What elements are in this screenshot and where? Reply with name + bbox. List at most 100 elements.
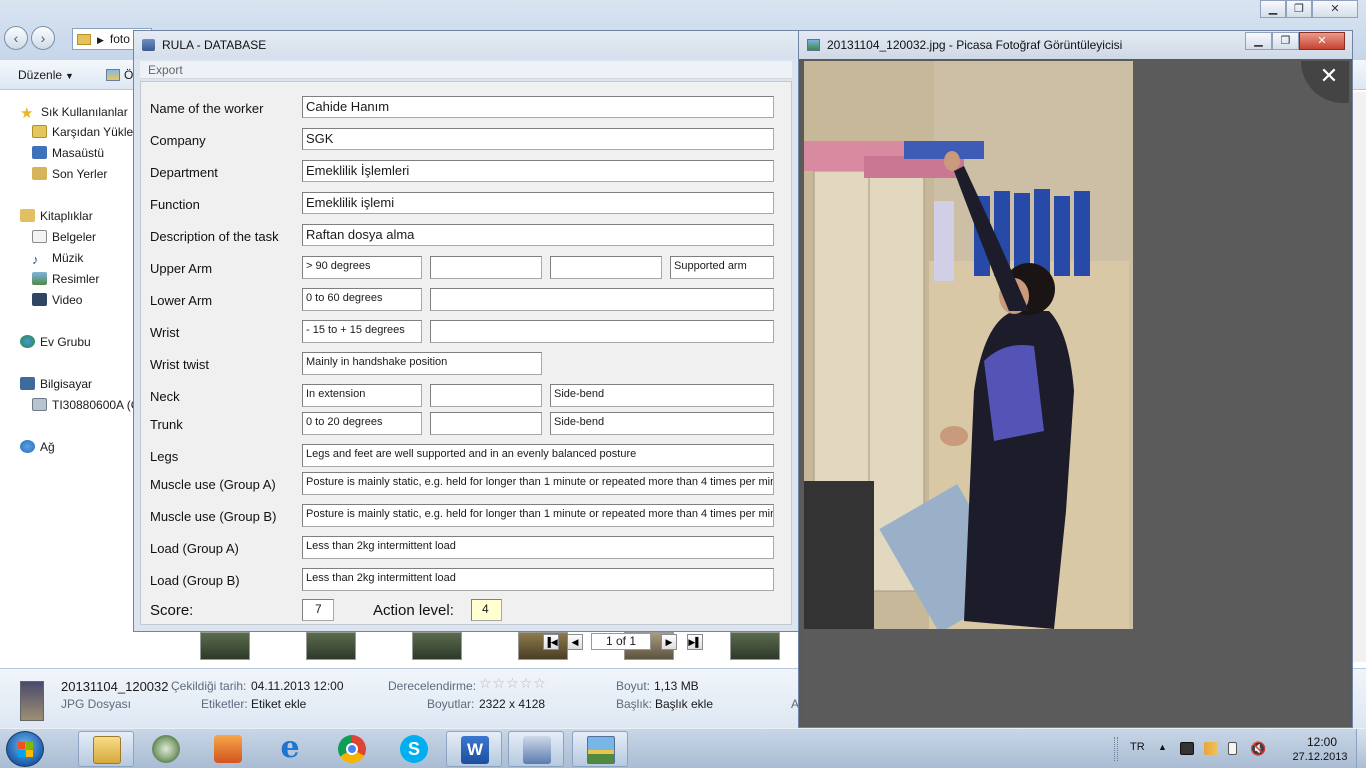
clock-date[interactable]: 27.12.2013 [1288, 751, 1352, 763]
photo[interactable] [804, 61, 1133, 629]
field-upper-arm-2[interactable] [430, 256, 542, 279]
field-legs[interactable]: Legs and feet are well supported and in … [302, 444, 774, 467]
rating-stars[interactable]: ☆☆☆☆☆ [479, 675, 547, 692]
field-name[interactable]: Cahide Hanım [302, 96, 774, 118]
details-filetype: JPG Dosyası [61, 697, 132, 711]
taskbar-media-player[interactable] [200, 731, 256, 767]
file-thumbnail[interactable] [412, 632, 462, 660]
details-title-value[interactable]: Başlık ekle [655, 697, 713, 711]
field-lower-arm-2[interactable] [430, 288, 774, 311]
rula-app-icon [523, 736, 551, 764]
sidebar-item-libraries[interactable]: Kitaplıklar [20, 209, 93, 223]
viewer-close-button[interactable]: ✕ [1301, 61, 1349, 103]
label-department: Department [150, 165, 218, 180]
field-wrist-2[interactable] [430, 320, 774, 343]
taskbar-internet-explorer[interactable]: e [262, 731, 318, 767]
view-icon[interactable] [106, 69, 120, 81]
field-wrist-1[interactable]: - 15 to + 15 degrees [302, 320, 422, 343]
sidebar-item-drive[interactable]: TI30880600A (C [32, 398, 139, 412]
picasa-window: 20131104_120032.jpg - Picasa Fotoğraf Gö… [798, 30, 1353, 728]
photo-viewer-icon [587, 736, 615, 764]
start-button[interactable] [6, 731, 44, 767]
taskbar-media-center[interactable] [138, 731, 194, 767]
sidebar-item-favorites[interactable]: ★ Sık Kullanılanlar [20, 104, 128, 122]
windows-logo-icon [18, 742, 33, 757]
display-icon[interactable] [1180, 742, 1194, 755]
media-center-icon [152, 735, 180, 763]
field-lower-arm-1[interactable]: 0 to 60 degrees [302, 288, 422, 311]
sidebar-item-network[interactable]: Ağ [20, 440, 55, 454]
skype-icon: S [400, 735, 428, 763]
field-action-level[interactable]: 4 [471, 599, 502, 621]
clock-time[interactable]: 12:00 [1300, 735, 1344, 749]
previous-record-button[interactable]: ◀ [567, 634, 583, 650]
details-tags-value[interactable]: Etiket ekle [251, 697, 306, 711]
field-trunk-2[interactable] [430, 412, 542, 435]
close-button[interactable]: ✕ [1312, 0, 1358, 18]
field-load-a[interactable]: Less than 2kg intermittent load [302, 536, 774, 559]
last-record-button[interactable]: ▶▌ [687, 634, 703, 650]
network-signal-icon[interactable] [1204, 742, 1218, 755]
back-button[interactable]: ‹ [4, 26, 28, 50]
maximize-button[interactable]: ❐ [1286, 0, 1312, 18]
field-wrist-twist[interactable]: Mainly in handshake position [302, 352, 542, 375]
file-thumbnail[interactable] [306, 632, 356, 660]
field-function[interactable]: Emeklilik işlemi [302, 192, 774, 214]
field-department[interactable]: Emeklilik İşlemleri [302, 160, 774, 182]
battery-icon[interactable] [1228, 742, 1237, 755]
record-pager[interactable]: 1 of 1 [591, 633, 651, 650]
organize-button[interactable]: Düzenle ▼ [18, 68, 74, 82]
field-upper-arm-3[interactable] [550, 256, 662, 279]
sidebar-item-pictures[interactable]: Resimler [32, 272, 99, 286]
field-neck-1[interactable]: In extension [302, 384, 422, 407]
first-record-button[interactable]: ▐◀ [543, 634, 559, 650]
language-indicator[interactable]: TR [1130, 741, 1145, 753]
file-thumbnail[interactable] [200, 632, 250, 660]
taskbar-picasa[interactable] [572, 731, 628, 767]
taskbar-word[interactable]: W [446, 731, 502, 767]
minimize-button[interactable]: ▁ [1260, 0, 1286, 18]
rula-form: Name of the worker Cahide Hanım Company … [140, 81, 792, 650]
details-thumbnail [20, 681, 44, 721]
sidebar-item-music[interactable]: ♪ Müzik [32, 251, 83, 267]
pictures-icon [32, 272, 47, 285]
field-load-b[interactable]: Less than 2kg intermittent load [302, 568, 774, 591]
sidebar-item-recent[interactable]: Son Yerler [32, 167, 107, 181]
taskbar-explorer[interactable] [78, 731, 134, 767]
taskbar: e S W TR ▲ 🔇 12:00 27.12.2013 [0, 728, 1366, 768]
show-desktop-button[interactable] [1356, 729, 1366, 768]
picasa-minimize-button[interactable]: ▁ [1245, 32, 1272, 50]
file-thumbnail[interactable] [730, 632, 780, 660]
sidebar-item-videos[interactable]: Video [32, 293, 82, 307]
sidebar-item-homegroup[interactable]: Ev Grubu [20, 335, 91, 349]
sidebar-item-downloads[interactable]: Karşıdan Yükle [32, 125, 133, 139]
picasa-maximize-button[interactable]: ❐ [1272, 32, 1299, 50]
field-description[interactable]: Raftan dosya alma [302, 224, 774, 246]
field-neck-3[interactable]: Side-bend [550, 384, 774, 407]
field-muscle-a[interactable]: Posture is mainly static, e.g. held for … [302, 472, 774, 495]
field-upper-arm-4[interactable]: Supported arm [670, 256, 774, 279]
field-trunk-1[interactable]: 0 to 20 degrees [302, 412, 422, 435]
taskbar-skype[interactable]: S [386, 731, 442, 767]
menu-export[interactable]: Export [148, 63, 183, 77]
field-upper-arm-1[interactable]: > 90 degrees [302, 256, 422, 279]
view-label[interactable]: Ö [124, 68, 133, 82]
field-muscle-b[interactable]: Posture is mainly static, e.g. held for … [302, 504, 774, 527]
next-record-button[interactable]: ▶ [661, 634, 677, 650]
volume-muted-icon[interactable]: 🔇 [1250, 742, 1266, 755]
label-trunk: Trunk [150, 417, 183, 432]
explorer-scrollbar[interactable] [1352, 92, 1366, 662]
show-hidden-icons-button[interactable]: ▲ [1158, 742, 1167, 752]
field-neck-2[interactable] [430, 384, 542, 407]
taskbar-rula-app[interactable] [508, 731, 564, 767]
forward-button[interactable]: › [31, 26, 55, 50]
field-trunk-3[interactable]: Side-bend [550, 412, 774, 435]
picasa-close-button[interactable]: ✕ [1299, 32, 1345, 50]
details-date-value[interactable]: 04.11.2013 12:00 [251, 679, 344, 693]
sidebar-item-computer[interactable]: Bilgisayar [20, 377, 92, 391]
sidebar-item-documents[interactable]: Belgeler [32, 230, 96, 244]
sidebar-item-desktop[interactable]: Masaüstü [32, 146, 104, 160]
field-company[interactable]: SGK [302, 128, 774, 150]
taskbar-chrome[interactable] [324, 731, 380, 767]
field-score[interactable]: 7 [302, 599, 334, 621]
